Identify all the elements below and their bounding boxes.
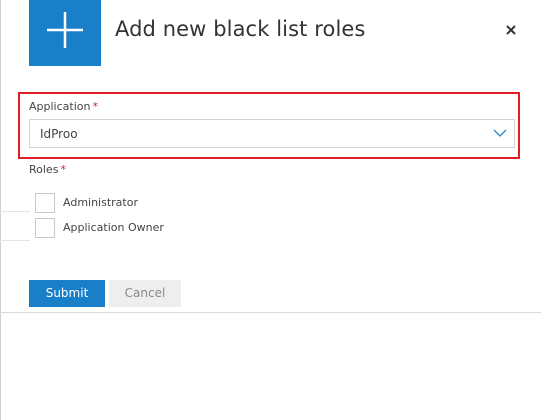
required-marker: *: [60, 163, 66, 176]
application-select[interactable]: IdProo: [29, 119, 515, 148]
chevron-down-icon: [493, 128, 507, 138]
submit-button[interactable]: Submit: [29, 280, 105, 307]
dialog-title: Add new black list roles: [115, 17, 366, 41]
application-label-text: Application: [29, 100, 91, 113]
application-owner-checkbox[interactable]: [35, 218, 55, 238]
dialog-page: Add new black list roles Application * Id…: [0, 0, 541, 420]
administrator-checkbox[interactable]: [35, 193, 55, 213]
roles-label-text: Roles: [29, 163, 59, 176]
application-select-value: IdProo: [40, 127, 78, 141]
background-divider: [0, 240, 30, 241]
close-button[interactable]: [500, 19, 522, 41]
close-icon: [506, 25, 516, 35]
application-label: Application *: [29, 100, 98, 113]
background-divider: [0, 211, 30, 212]
plus-icon: [47, 12, 83, 48]
required-marker: *: [92, 100, 98, 113]
administrator-label: Administrator: [63, 196, 138, 209]
roles-label: Roles *: [29, 163, 66, 176]
cancel-button[interactable]: Cancel: [109, 280, 181, 307]
header-tile: [29, 0, 101, 66]
application-owner-label: Application Owner: [63, 221, 164, 234]
background-divider: [0, 312, 541, 313]
left-border: [0, 0, 1, 420]
